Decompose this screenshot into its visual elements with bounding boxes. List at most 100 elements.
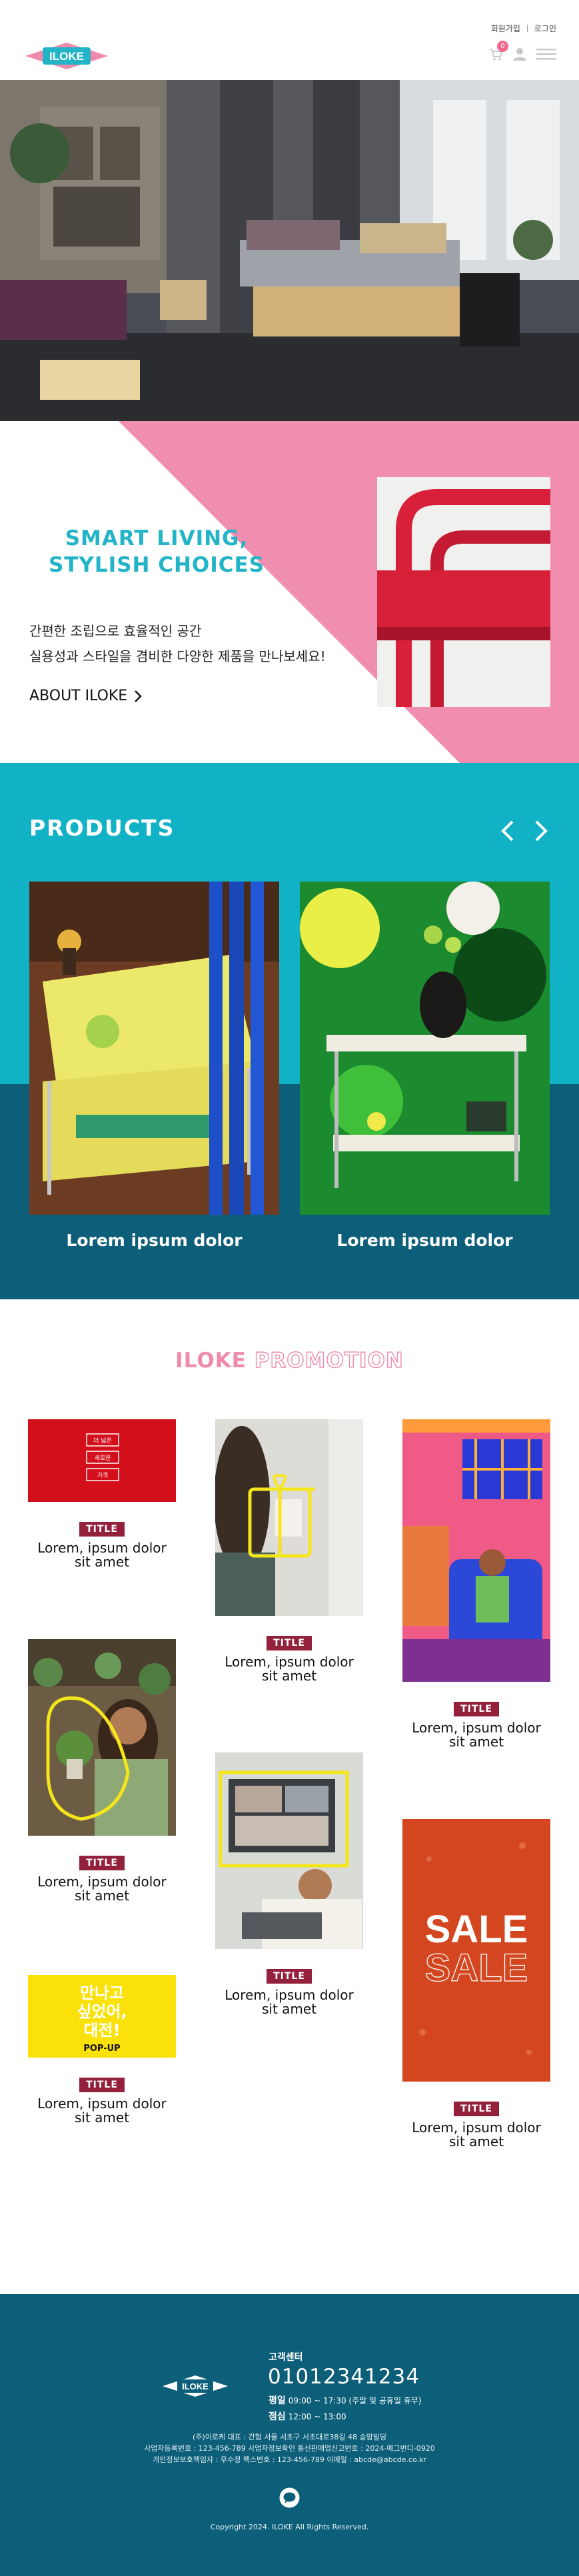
- product-image-yellow-table: [29, 882, 279, 1215]
- company-info: (주)이로케 대표 : 간험 서울 서초구 서초대로38길 48 송암빌딩 사업…: [0, 2431, 579, 2465]
- promotion-heading: ILOKE PROMOTION: [0, 1348, 579, 1373]
- intro-description: 간편한 조립으로 효율적인 공간 실용성과 스타일을 겸비한 다양한 제품을 만…: [29, 618, 326, 669]
- popup-line: 만나고: [80, 1984, 124, 2002]
- promo-description-line: sit amet: [448, 1734, 504, 1750]
- promo-description-line: sit amet: [448, 2134, 504, 2150]
- copyright: Copyright 2024. ILOKE All Rights Reserve…: [210, 2523, 369, 2531]
- customer-center-label: 고객센터: [269, 2352, 303, 2363]
- promotion-card[interactable]: TITLE Lorem, ipsum dolor sit amet: [28, 1639, 176, 1903]
- popup-line: 대전!: [83, 2021, 120, 2040]
- carousel-arrows: [499, 819, 550, 843]
- sale-text: SALE: [425, 1908, 528, 1951]
- intro-heading-line: STYLISH CHOICES: [48, 553, 265, 577]
- hours-value: 12:00 ~ 13:00: [288, 2412, 346, 2421]
- footer-logo-text: ILOKE: [182, 2381, 209, 2391]
- promo-plant-woman-image: [28, 1639, 176, 1836]
- promo-description-line: Lorem, ipsum dolor: [225, 1987, 354, 2003]
- customer-center-phone: 01012341234: [268, 2365, 420, 2389]
- promo-red-banner-image: 더 넓은 새로운 가격: [28, 1419, 176, 1502]
- products-heading: PRODUCTS: [29, 815, 175, 841]
- user-icon[interactable]: [512, 47, 527, 61]
- promo-description-line: sit amet: [74, 1888, 130, 1904]
- iloke-logo[interactable]: ILOKE: [25, 41, 108, 71]
- promotion-heading-brand: ILOKE: [175, 1349, 247, 1373]
- promo-description-line: Lorem, ipsum dolor: [412, 2120, 541, 2136]
- about-iloke-link[interactable]: ABOUT ILOKE: [29, 688, 142, 704]
- footer-logo[interactable]: ILOKE: [163, 2374, 228, 2398]
- promo-description: Lorem, ipsum dolor sit amet: [215, 1988, 363, 2016]
- promotion-card[interactable]: TITLE Lorem, ipsum dolor sit amet: [215, 1752, 363, 2016]
- top-links: 회원가입 로그인: [491, 23, 556, 34]
- promo-description: Lorem, ipsum dolor sit amet: [402, 2121, 550, 2149]
- promo-title-tag: TITLE: [79, 1522, 125, 1537]
- header-icons: 0: [488, 41, 556, 61]
- promo-title-tag: TITLE: [79, 1856, 125, 1870]
- promo-banner-button: 새로운: [95, 1455, 111, 1462]
- company-info-line: 사업자등록번호 : 123-456-789 사업자정보확인 통신판매업신고번호 …: [144, 2444, 435, 2453]
- login-link[interactable]: 로그인: [534, 23, 556, 34]
- intro-section: SMART LIVING, STYLISH CHOICES 간편한 조립으로 효…: [0, 421, 579, 763]
- popup-label: POP-UP: [83, 2044, 120, 2054]
- promo-description-line: sit amet: [74, 2110, 130, 2126]
- promotion-heading-word: PROMOTION: [254, 1348, 404, 1373]
- cart-button[interactable]: 0: [488, 41, 508, 61]
- chat-bubble-icon[interactable]: [279, 2487, 300, 2508]
- promotion-card[interactable]: SALE SALE TITLE Lorem, ipsum dolor sit a…: [402, 1819, 550, 2149]
- promo-armchair-man-image: [402, 1419, 550, 1682]
- sale-outline-text: SALE: [425, 1946, 528, 1990]
- promotion-card[interactable]: 더 넓은 새로운 가격 TITLE Lorem, ipsum dolor sit…: [28, 1419, 176, 1569]
- product-name: Lorem ipsum dolor: [66, 1231, 243, 1250]
- hours-label: 점심: [269, 2411, 286, 2422]
- arrow-right-icon[interactable]: [531, 819, 550, 843]
- promo-description-line: Lorem, ipsum dolor: [412, 1720, 541, 1736]
- promo-gift-man-image: [215, 1419, 363, 1616]
- arrow-left-icon[interactable]: [499, 819, 518, 843]
- hours-row: 점심 12:00 ~ 13:00: [269, 2409, 422, 2425]
- promo-title-tag: TITLE: [267, 1969, 312, 1984]
- intro-description-line: 실용성과 스타일을 겸비한 다양한 제품을 만나보세요!: [29, 648, 326, 664]
- products-section: PRODUCTS Lorem ipsum dolor Lorem ipsum d…: [0, 763, 579, 1299]
- product-card[interactable]: Lorem ipsum dolor: [29, 882, 279, 1250]
- page: ILOKE 회원가입 로그인 0 SMART LIVING, STYLISH C…: [0, 0, 579, 2576]
- promo-description: Lorem, ipsum dolor sit amet: [28, 1875, 176, 1903]
- promotion-card[interactable]: TITLE Lorem, ipsum dolor sit amet: [215, 1419, 363, 1683]
- hamburger-menu-icon[interactable]: [536, 47, 556, 61]
- promotion-card[interactable]: TITLE Lorem, ipsum dolor sit amet: [402, 1419, 550, 1749]
- site-header: ILOKE 회원가입 로그인 0: [0, 0, 579, 80]
- promo-description-line: sit amet: [74, 1554, 130, 1570]
- link-divider: [526, 25, 528, 32]
- promo-popup-banner-image: 만나고 싶었어, 대전! POP-UP: [28, 1975, 176, 2058]
- intro-description-line: 간편한 조립으로 효율적인 공간: [29, 623, 202, 639]
- hours-label: 평일: [269, 2395, 286, 2406]
- company-info-line: (주)이로케 대표 : 간험 서울 서초구 서초대로38길 48 송암빌딩: [193, 2433, 386, 2441]
- promo-description-line: Lorem, ipsum dolor: [225, 1654, 354, 1670]
- promotion-card[interactable]: 만나고 싶었어, 대전! POP-UP TITLE Lorem, ipsum d…: [28, 1975, 176, 2125]
- hours-value: 09:00 ~ 17:30 (주말 및 공휴일 휴무): [288, 2396, 422, 2405]
- promo-title-tag: TITLE: [454, 1702, 499, 1716]
- promo-title-tag: TITLE: [79, 2078, 125, 2092]
- red-stool-image: [377, 477, 550, 707]
- hero-banner: [0, 80, 579, 421]
- promo-description: Lorem, ipsum dolor sit amet: [28, 2097, 176, 2125]
- company-info-line: 개인정보보호책임자 : 우수정 팩스번호 : 123-456-789 이메일 :…: [153, 2455, 426, 2464]
- about-iloke-label: ABOUT ILOKE: [29, 688, 128, 704]
- promo-sale-banner-image: SALE SALE: [402, 1819, 550, 2082]
- chevron-right-icon: [135, 690, 142, 702]
- promo-description-line: Lorem, ipsum dolor: [37, 2096, 167, 2112]
- product-image-green-table: [300, 882, 550, 1215]
- intro-heading: SMART LIVING, STYLISH CHOICES: [40, 525, 273, 578]
- site-footer: ILOKE 고객센터 01012341234 평일 09:00 ~ 17:30 (…: [0, 2294, 579, 2576]
- signup-link[interactable]: 회원가입: [491, 23, 520, 34]
- product-card[interactable]: Lorem ipsum dolor: [300, 882, 550, 1250]
- promotion-section: ILOKE PROMOTION 더 넓은 새로운 가격 TITLE Lorem,…: [0, 1299, 579, 2294]
- promo-description-line: Lorem, ipsum dolor: [37, 1874, 167, 1890]
- popup-line: 싶었어,: [77, 2002, 127, 2021]
- promo-description-line: Lorem, ipsum dolor: [37, 1540, 167, 1556]
- promo-description: Lorem, ipsum dolor sit amet: [402, 1721, 550, 1749]
- promo-description: Lorem, ipsum dolor sit amet: [215, 1655, 363, 1683]
- promo-banner-button: 가격: [97, 1471, 109, 1479]
- hero-living-room-image: [0, 80, 579, 421]
- promo-description-line: sit amet: [261, 1668, 317, 1684]
- hours-row: 평일 09:00 ~ 17:30 (주말 및 공휴일 휴무): [269, 2393, 422, 2409]
- intro-heading-line: SMART LIVING,: [65, 526, 249, 550]
